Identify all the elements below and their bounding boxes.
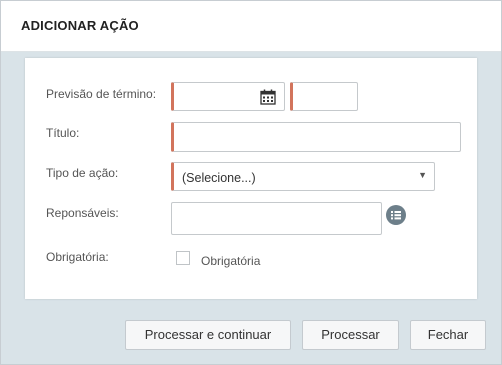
caret-down-icon: ▼ bbox=[418, 170, 427, 180]
dialog-title: ADICIONAR AÇÃO bbox=[21, 18, 139, 33]
obrigatoria-checkbox-label[interactable]: Obrigatória bbox=[201, 254, 260, 268]
previsao-time-input[interactable] bbox=[290, 82, 358, 111]
processar-e-continuar-button[interactable]: Processar e continuar bbox=[125, 320, 291, 350]
titulo-label: Título: bbox=[46, 126, 80, 140]
add-action-dialog: ADICIONAR AÇÃO Previsão de término: Títu… bbox=[0, 0, 502, 365]
tipo-selected-value: (Selecione...) bbox=[182, 171, 256, 185]
previsao-label: Previsão de término: bbox=[46, 87, 157, 101]
list-icon bbox=[391, 211, 401, 220]
responsaveis-label: Reponsáveis: bbox=[46, 206, 119, 220]
processar-button[interactable]: Processar bbox=[302, 320, 399, 350]
responsaveis-picker-button[interactable] bbox=[386, 205, 406, 225]
previsao-date-input[interactable] bbox=[171, 82, 285, 111]
tipo-select[interactable]: (Selecione...) ▼ bbox=[171, 162, 435, 191]
titulo-input[interactable] bbox=[171, 122, 461, 152]
obrigatoria-label: Obrigatória: bbox=[46, 250, 109, 264]
dialog-footer: Processar e continuar Processar Fechar bbox=[1, 306, 501, 364]
tipo-label: Tipo de ação: bbox=[46, 166, 119, 180]
dialog-header: ADICIONAR AÇÃO bbox=[1, 1, 501, 52]
obrigatoria-checkbox[interactable] bbox=[176, 251, 190, 265]
calendar-icon[interactable] bbox=[260, 89, 276, 105]
form-panel: Previsão de término: Título: Tipo de açã… bbox=[25, 58, 477, 299]
responsaveis-input[interactable] bbox=[171, 202, 382, 235]
fechar-button[interactable]: Fechar bbox=[410, 320, 486, 350]
